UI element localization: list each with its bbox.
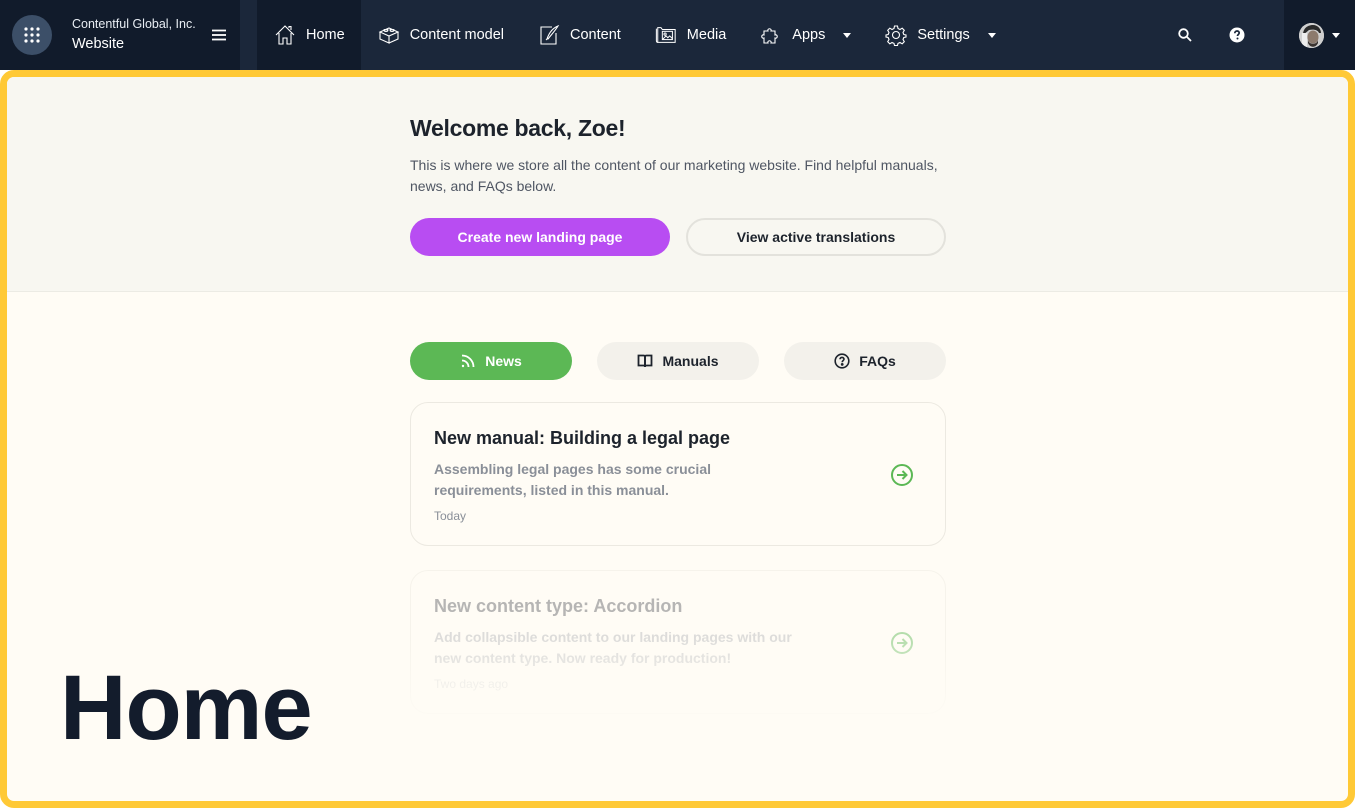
content-model-icon: [378, 27, 400, 44]
tab-faqs[interactable]: FAQs: [784, 342, 946, 380]
home-icon: [275, 25, 295, 45]
nav-label: Media: [686, 27, 727, 43]
arrow-right-circle-icon[interactable]: [890, 463, 914, 487]
card-date: Today: [434, 509, 467, 523]
tab-label: FAQs: [859, 353, 896, 369]
arrow-right-circle-icon[interactable]: [890, 631, 914, 655]
rss-icon: [462, 354, 475, 368]
card-description: Add collapsible content to our landing p…: [434, 629, 792, 666]
avatar: [1299, 22, 1324, 48]
hero-description: This is where we store all the content o…: [410, 157, 938, 194]
news-card[interactable]: New content type: Accordion Add collapsi…: [410, 570, 946, 714]
hero-content: Welcome back, Zoe! This is where we stor…: [410, 115, 946, 256]
nav-label: Content: [570, 27, 621, 43]
tab-label: News: [485, 353, 522, 369]
help-button[interactable]: [1211, 0, 1263, 70]
top-right-actions: [1159, 0, 1355, 70]
org-space-info: Contentful Global, Inc. Website: [72, 17, 196, 54]
nav-label: Settings: [917, 27, 970, 43]
nav-item-content-model[interactable]: Content model: [361, 0, 521, 70]
hero-actions: Create new landing page View active tran…: [410, 218, 946, 256]
news-card[interactable]: New manual: Building a legal page Assemb…: [410, 402, 946, 546]
create-landing-page-button[interactable]: Create new landing page: [410, 218, 670, 256]
page-title: Welcome back, Zoe!: [410, 115, 626, 141]
card-date: Two days ago: [434, 677, 509, 691]
account-menu[interactable]: [1284, 0, 1355, 70]
nav-item-settings[interactable]: Settings: [868, 0, 1012, 70]
search-button[interactable]: [1159, 0, 1211, 70]
tab-manuals[interactable]: Manuals: [597, 342, 759, 380]
content-tabs: News Manuals FAQs: [410, 342, 946, 380]
question-circle-icon: [834, 353, 850, 369]
book-icon: [638, 354, 653, 368]
organization-name: Contentful Global, Inc.: [72, 17, 196, 31]
chevron-down-icon: [843, 32, 852, 38]
nav-label: Home: [306, 27, 345, 43]
main-nav: Home Content model Content Media Apps Se…: [257, 0, 1013, 70]
search-icon: [1178, 28, 1192, 42]
space-name: Website: [72, 36, 125, 52]
welcome-hero: Welcome back, Zoe! This is where we stor…: [7, 77, 1348, 292]
card-title: New content type: Accordion: [434, 596, 683, 616]
puzzle-icon: [761, 28, 779, 44]
top-navigation-bar: Contentful Global, Inc. Website Home Con…: [0, 0, 1355, 70]
card-description: Assembling legal pages has some crucial …: [434, 461, 711, 498]
card-title: New manual: Building a legal page: [434, 428, 731, 448]
content-icon: [540, 24, 560, 45]
nav-item-apps[interactable]: Apps: [743, 0, 868, 70]
page-frame: Welcome back, Zoe! This is where we stor…: [0, 70, 1355, 808]
view-translations-button[interactable]: View active translations: [686, 218, 946, 256]
media-icon: [655, 27, 676, 43]
chevron-down-icon: [1332, 32, 1340, 38]
nav-item-media[interactable]: Media: [638, 0, 744, 70]
nav-item-home[interactable]: Home: [257, 0, 361, 70]
gear-icon: [885, 25, 907, 46]
nav-label: Content model: [409, 27, 504, 43]
chevron-down-icon: [987, 32, 996, 38]
space-switcher[interactable]: Contentful Global, Inc. Website: [0, 0, 240, 70]
grid-icon: [24, 27, 40, 43]
nav-item-content[interactable]: Content: [521, 0, 638, 70]
tab-news[interactable]: News: [410, 342, 572, 380]
nav-label: Apps: [792, 27, 826, 43]
help-icon: [1229, 27, 1245, 43]
nav-divider: [240, 0, 257, 70]
hamburger-menu-icon[interactable]: [211, 27, 227, 43]
app-launcher-button[interactable]: [12, 15, 52, 55]
tab-label: Manuals: [662, 353, 719, 369]
page-label: Home: [60, 657, 313, 759]
